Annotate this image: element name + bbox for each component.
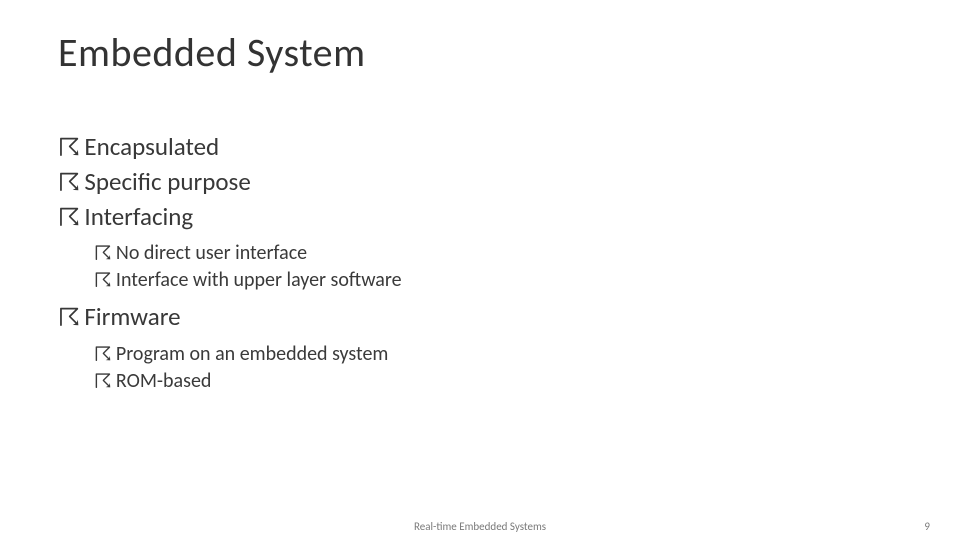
slide-content: ☈ Encapsulated ☈ Specific purpose ☈ Inte… xyxy=(58,130,878,395)
page-number: 9 xyxy=(924,520,930,533)
bullet-icon: ☈ xyxy=(94,241,112,268)
sub-bullet-item: ☈ ROM-based xyxy=(94,368,878,395)
footer-title: Real-time Embedded Systems xyxy=(0,520,960,533)
bullet-text: Interface with upper layer software xyxy=(116,267,402,294)
bullet-text: Interfacing xyxy=(84,200,193,234)
bullet-item: ☈ Firmware xyxy=(58,300,878,335)
bullet-icon: ☈ xyxy=(94,369,112,396)
bullet-item: ☈ Specific purpose xyxy=(58,165,878,200)
bullet-text: ROM-based xyxy=(116,368,212,395)
sub-bullet-item: ☈ No direct user interface xyxy=(94,240,878,267)
bullet-text: No direct user interface xyxy=(116,240,307,267)
bullet-item: ☈ Encapsulated xyxy=(58,130,878,165)
bullet-icon: ☈ xyxy=(58,132,80,166)
bullet-icon: ☈ xyxy=(94,342,112,369)
slide: Embedded System ☈ Encapsulated ☈ Specifi… xyxy=(0,0,960,540)
bullet-icon: ☈ xyxy=(58,302,80,336)
bullet-text: Specific purpose xyxy=(84,165,250,199)
bullet-text: Firmware xyxy=(84,300,180,334)
bullet-item: ☈ Interfacing xyxy=(58,200,878,235)
slide-title: Embedded System xyxy=(58,28,366,77)
bullet-icon: ☈ xyxy=(94,268,112,295)
bullet-icon: ☈ xyxy=(58,202,80,236)
bullet-text: Program on an embedded system xyxy=(116,341,389,368)
bullet-icon: ☈ xyxy=(58,167,80,201)
sub-bullet-item: ☈ Interface with upper layer software xyxy=(94,267,878,294)
bullet-text: Encapsulated xyxy=(84,130,219,164)
sub-bullet-item: ☈ Program on an embedded system xyxy=(94,341,878,368)
